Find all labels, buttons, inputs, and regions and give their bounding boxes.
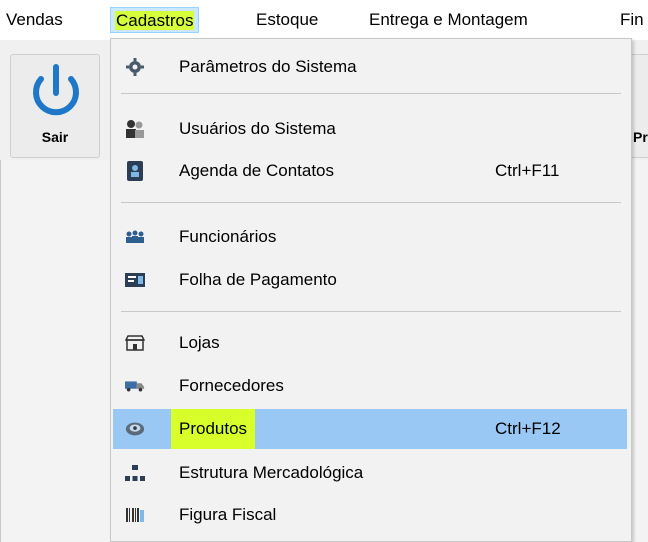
store-icon [125, 333, 145, 353]
hierarchy-icon [125, 463, 145, 483]
gear-icon [125, 57, 145, 77]
menu-entrega-montagem[interactable]: Entrega e Montagem [365, 7, 532, 33]
menu-item-folha-pagamento[interactable]: Folha de Pagamento [113, 260, 627, 300]
menu-item-fornecedores[interactable]: Fornecedores [113, 366, 627, 406]
truck-icon [125, 376, 145, 396]
menu-estoque[interactable]: Estoque [252, 7, 322, 33]
barcode-icon [125, 505, 145, 525]
menu-item-label: Figura Fiscal [179, 505, 277, 524]
next-tool-label: Pr [633, 129, 648, 145]
menu-cadastros[interactable]: Cadastros [110, 7, 200, 33]
menu-item-parametros[interactable]: Parâmetros do Sistema [113, 47, 627, 87]
menu-bar: Vendas Cadastros Estoque Entrega e Monta… [0, 0, 648, 38]
menu-item-label: Parâmetros do Sistema [179, 57, 357, 76]
menu-item-agenda[interactable]: Agenda de Contatos Ctrl+F11 [113, 151, 627, 191]
exit-button[interactable]: Sair [10, 54, 100, 158]
menu-item-label: Agenda de Contatos [179, 161, 335, 180]
separator [121, 202, 621, 203]
menu-item-label: Usuários do Sistema [179, 119, 336, 138]
shortcut-label: Ctrl+F11 [495, 161, 560, 180]
power-icon [33, 64, 79, 116]
menu-item-label: Lojas [179, 333, 220, 352]
separator [121, 311, 621, 312]
menu-item-usuarios[interactable]: Usuários do Sistema [113, 109, 627, 149]
menu-item-label: Fornecedores [179, 376, 284, 395]
menu-item-funcionarios[interactable]: Funcionários [113, 217, 627, 257]
menu-item-figura-fiscal[interactable]: Figura Fiscal [113, 495, 627, 535]
separator [121, 93, 621, 94]
menu-item-produtos[interactable]: Produtos Ctrl+F12 [113, 409, 627, 449]
employees-icon [125, 227, 145, 247]
contact-book-icon [125, 161, 145, 181]
menu-financeiro[interactable]: Fin [616, 7, 648, 33]
menu-item-label: Funcionários [179, 227, 277, 246]
payroll-icon [125, 270, 145, 290]
menu-item-lojas[interactable]: Lojas [113, 323, 627, 363]
products-icon [125, 419, 145, 439]
menu-item-label: Produtos [171, 409, 256, 449]
menu-item-estrutura[interactable]: Estrutura Mercadológica [113, 453, 627, 493]
shortcut-label: Ctrl+F12 [495, 419, 561, 438]
menu-item-label: Folha de Pagamento [179, 270, 337, 289]
menu-vendas[interactable]: Vendas [2, 7, 67, 33]
menu-item-label: Estrutura Mercadológica [179, 463, 364, 482]
cadastros-dropdown: Parâmetros do Sistema Usuários do Sistem… [110, 38, 632, 542]
users-icon [125, 119, 145, 139]
exit-label: Sair [41, 129, 69, 145]
